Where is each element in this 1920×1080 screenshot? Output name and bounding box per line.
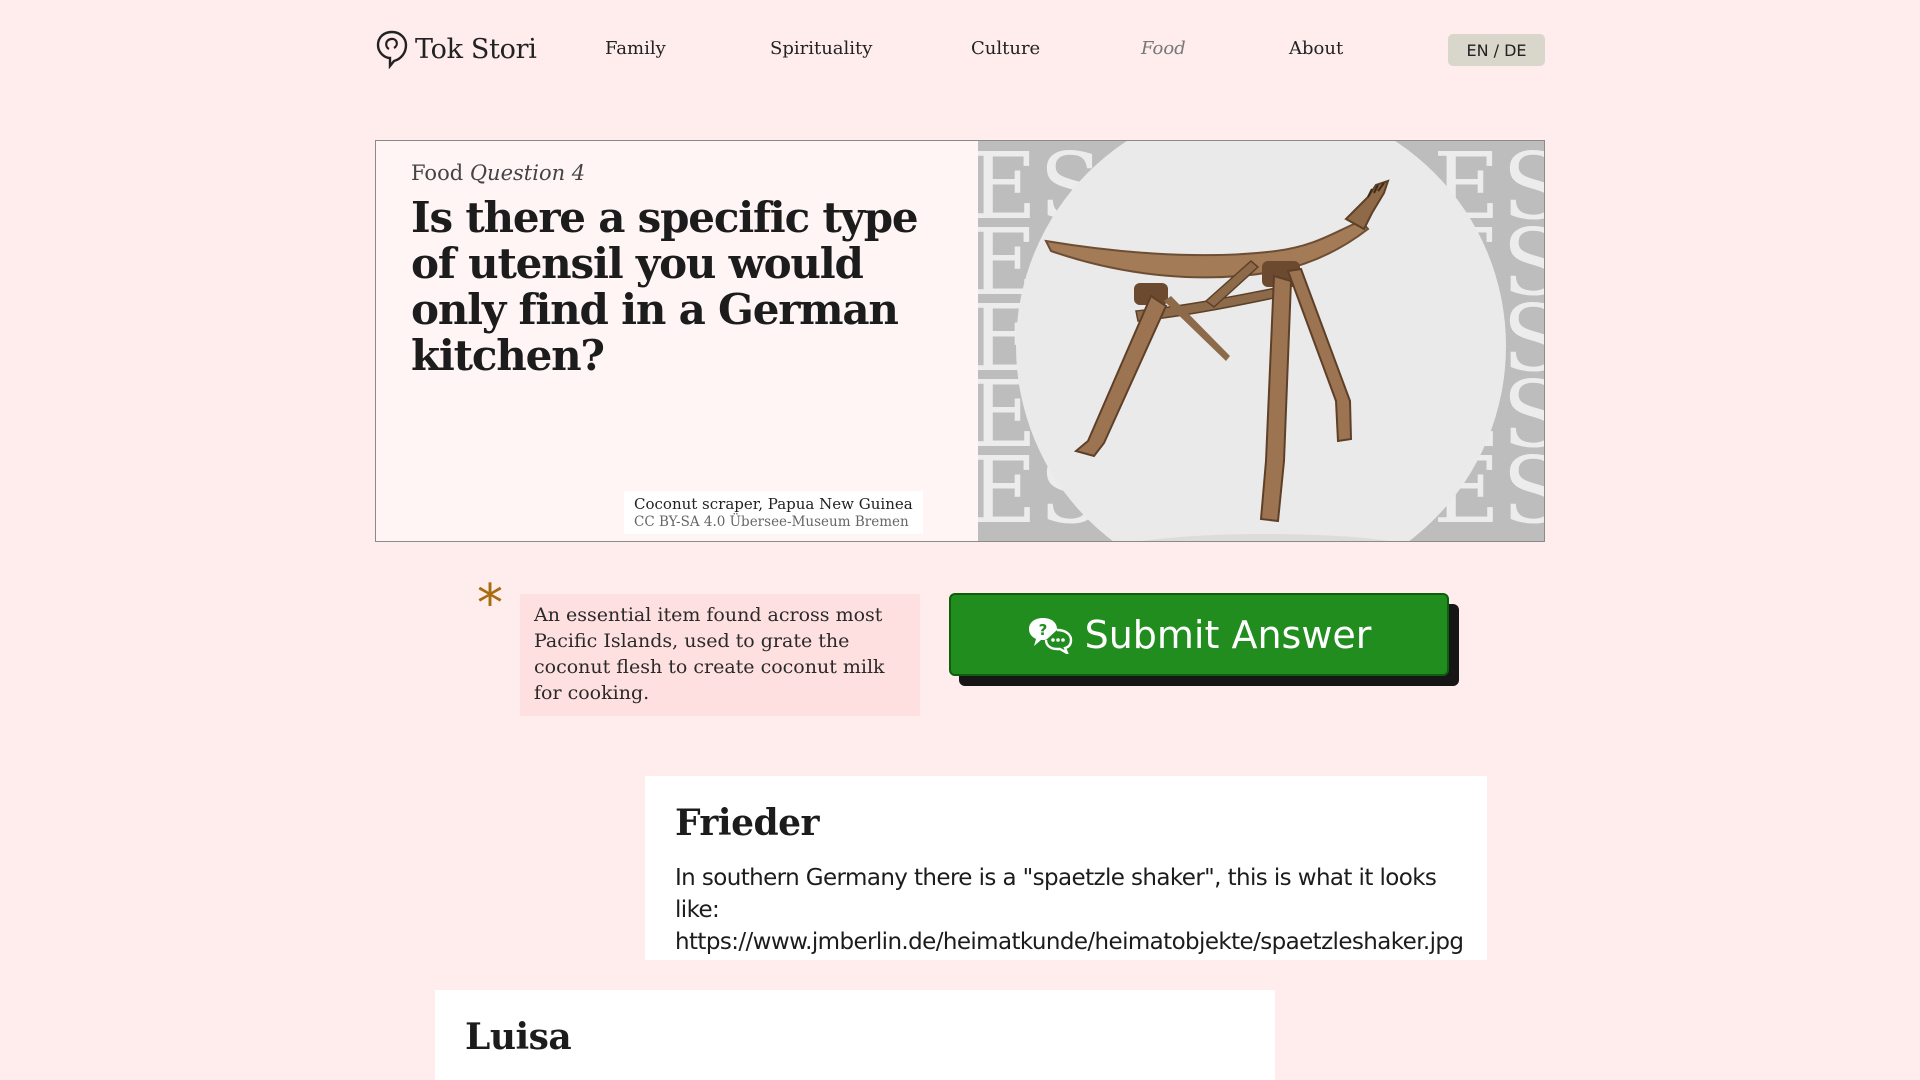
question-category: Food	[411, 161, 464, 185]
image-caption: Coconut scraper, Papua New Guinea CC BY-…	[624, 491, 923, 534]
hint-box: An essential item found across most Paci…	[520, 594, 920, 716]
question-number: Question 4	[469, 161, 586, 185]
answer-card: Luisa	[435, 990, 1275, 1080]
submit-answer-button[interactable]: ? Submit Answer	[949, 593, 1449, 676]
speech-pin-icon	[376, 30, 408, 69]
nav-spirituality[interactable]: Spirituality	[770, 38, 872, 59]
nav-food[interactable]: Food	[1141, 38, 1186, 59]
submit-answer-label: Submit Answer	[1084, 612, 1372, 657]
object-image	[1016, 141, 1506, 541]
hint-asterisk-icon: *	[477, 574, 503, 634]
site-header: Tok Stori Family Spirituality Culture Fo…	[375, 26, 1545, 72]
question-hero: Food Question 4 Is there a specific type…	[375, 140, 1545, 542]
site-logo-text: Tok Stori	[415, 33, 537, 65]
nav-about[interactable]: About	[1289, 38, 1343, 59]
answer-text: In southern Germany there is a "spaetzle…	[675, 865, 1464, 955]
answer-author: Frieder	[675, 802, 820, 844]
answer-card: Frieder In southern Germany there is a "…	[645, 776, 1487, 960]
coconut-scraper-illustration	[1044, 179, 1391, 541]
site-logo[interactable]: Tok Stori	[375, 29, 537, 69]
object-image-panel: ES ES ES ES ES ES ES ES ES ES	[978, 141, 1544, 541]
image-caption-credit: CC BY-SA 4.0 Übersee-Museum Bremen	[634, 514, 909, 530]
svg-text:?: ?	[1038, 621, 1047, 639]
image-caption-title: Coconut scraper, Papua New Guinea	[634, 495, 913, 513]
question-kicker: Food Question 4	[411, 161, 585, 185]
question-panel: Food Question 4 Is there a specific type…	[376, 141, 978, 541]
answer-author: Luisa	[465, 1016, 572, 1058]
question-title: Is there a specific type of utensil you …	[411, 193, 919, 380]
chat-question-icon: ?	[1028, 617, 1072, 654]
nav-family[interactable]: Family	[605, 38, 666, 59]
language-toggle[interactable]: EN / DE	[1448, 34, 1545, 66]
nav-culture[interactable]: Culture	[971, 38, 1040, 59]
